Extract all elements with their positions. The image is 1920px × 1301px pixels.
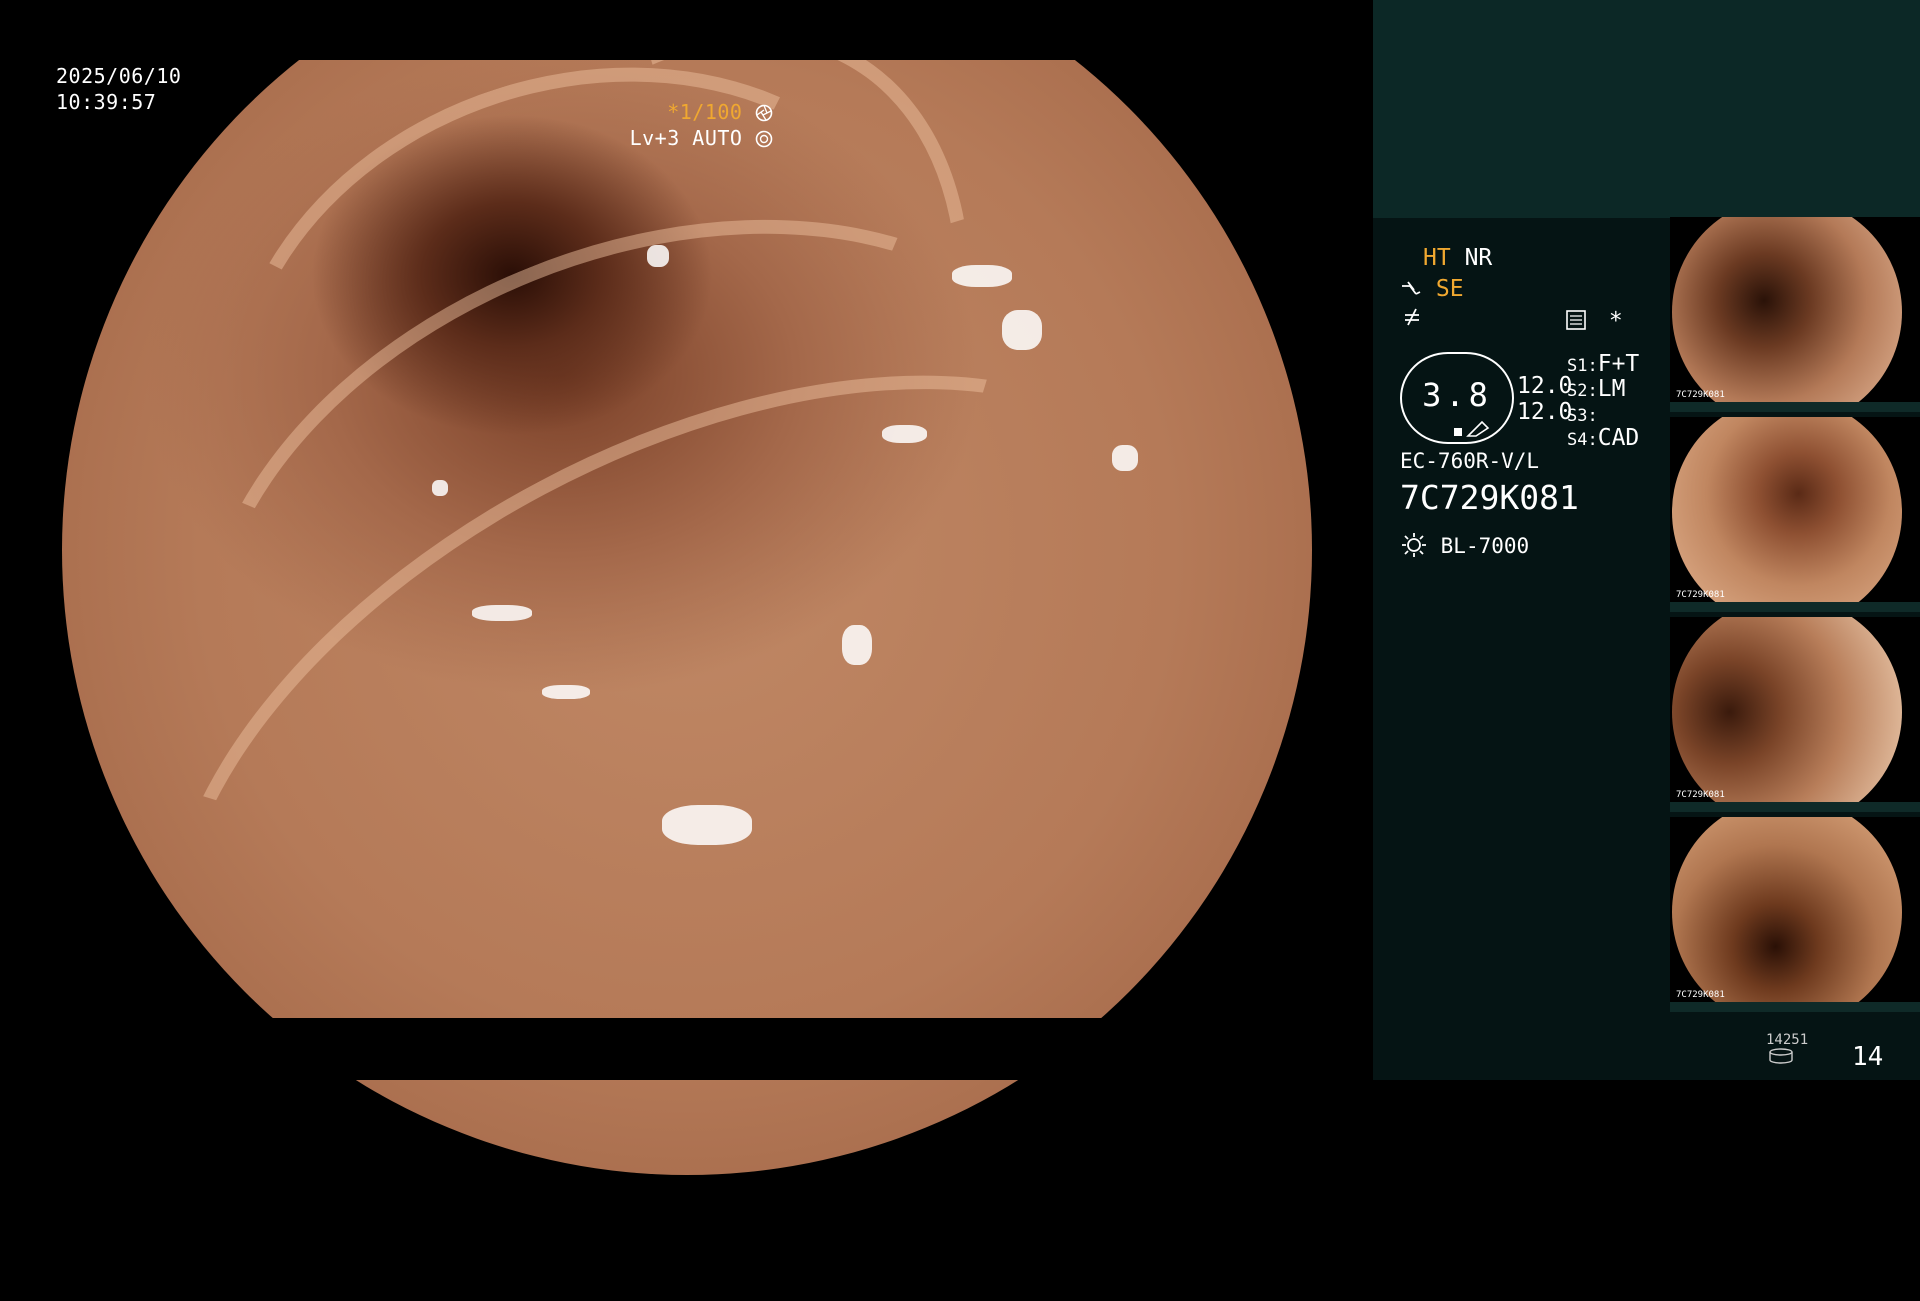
thumbnail-image (1672, 417, 1902, 612)
iris-icon (755, 130, 773, 148)
shutter-speed: *1/100 (667, 100, 743, 124)
scope-settings-icon (1566, 310, 1586, 330)
aperture-icon (755, 104, 773, 122)
light-reflection (882, 425, 927, 443)
thumbnail-image (1672, 617, 1902, 812)
thumbnail-strip (1670, 402, 1920, 412)
thumbnail-label: 7C729K081 (1676, 390, 1725, 400)
date-text: 2025/06/10 (56, 64, 182, 88)
light-reflection (842, 625, 872, 665)
thumbnail[interactable]: 7C729K081 (1670, 617, 1920, 812)
endoscope-image (40, 0, 1332, 1301)
light-reflection (1112, 445, 1138, 471)
frame-mask (0, 0, 1373, 60)
star-mark: * (1608, 308, 1623, 334)
image-count: 14251 (1766, 1032, 1809, 1048)
exposure-level: Lv+3 AUTO (629, 126, 743, 150)
light-reflection (662, 805, 752, 845)
hook-icon (1402, 281, 1421, 295)
s2-label: S2: (1567, 381, 1598, 401)
thumbnail[interactable]: 7C729K081 (1670, 217, 1920, 412)
light-reflection (1002, 310, 1042, 350)
not-equal-icon (1405, 308, 1419, 326)
thumbnail-label: 7C729K081 (1676, 790, 1725, 800)
light-source-name: BL-7000 (1440, 534, 1530, 558)
s1-value: F+T (1597, 351, 1640, 377)
thumbnail-label: 7C729K081 (1676, 990, 1725, 1000)
light-reflection (432, 480, 448, 496)
page-number: 14 (1852, 1042, 1884, 1072)
mode-ht: HT (1423, 245, 1451, 271)
mode-se: SE (1435, 276, 1464, 302)
panel-header-area (1373, 0, 1920, 218)
database-icon (1769, 1048, 1793, 1064)
switch-s4: S4:CAD (1567, 424, 1639, 454)
value-a: 12.0 (1517, 373, 1573, 399)
light-reflection (472, 605, 532, 621)
thumbnail[interactable]: 7C729K081 (1670, 817, 1920, 1012)
mode-nr: NR (1464, 245, 1493, 271)
thumbnail[interactable]: 7C729K081 (1670, 417, 1920, 612)
light-source: BL-7000 (1400, 531, 1529, 560)
s2-value: LM (1597, 376, 1626, 402)
thumbnail-strip (1670, 602, 1920, 612)
endoscope-view: 2025/06/10 10:39:57 *1/100 Lv+3 AUTO (0, 0, 1373, 1301)
s3-label: S3: (1567, 406, 1598, 426)
scope-settings: * (1565, 307, 1623, 335)
thumbnail-image (1672, 217, 1902, 412)
scope-serial: 7C729K081 (1400, 478, 1579, 517)
sun-icon (1402, 533, 1426, 557)
value-b: 12.0 (1517, 399, 1573, 425)
gauge: 3.8 (1400, 352, 1514, 444)
timestamp: 2025/06/10 10:39:57 (56, 63, 181, 115)
gauge-tip-icon (1454, 420, 1490, 437)
light-reflection (952, 265, 1012, 287)
exposure-info: *1/100 Lv+3 AUTO (630, 99, 773, 151)
image-counter: 14251 (1766, 1032, 1808, 1068)
s1-label: S1: (1567, 356, 1598, 376)
thumbnail-image (1672, 817, 1902, 1012)
scope-model: EC-760R-V/L (1400, 449, 1540, 473)
frame-mask (0, 1018, 1373, 1080)
s4-label: S4: (1567, 430, 1598, 450)
thumbnail-strip (1670, 1002, 1920, 1012)
light-reflection (542, 685, 590, 699)
gauge-value: 3.8 (1422, 376, 1492, 414)
freeze-indicator (1402, 306, 1422, 334)
structure-enhance: SE (1400, 275, 1464, 303)
mode-indicators: HT NR (1423, 244, 1492, 272)
time-text: 10:39:57 (56, 90, 157, 114)
light-reflection (647, 245, 669, 267)
s4-value: CAD (1597, 425, 1640, 451)
thumbnail-strip (1670, 802, 1920, 812)
thumbnail-label: 7C729K081 (1676, 590, 1725, 600)
